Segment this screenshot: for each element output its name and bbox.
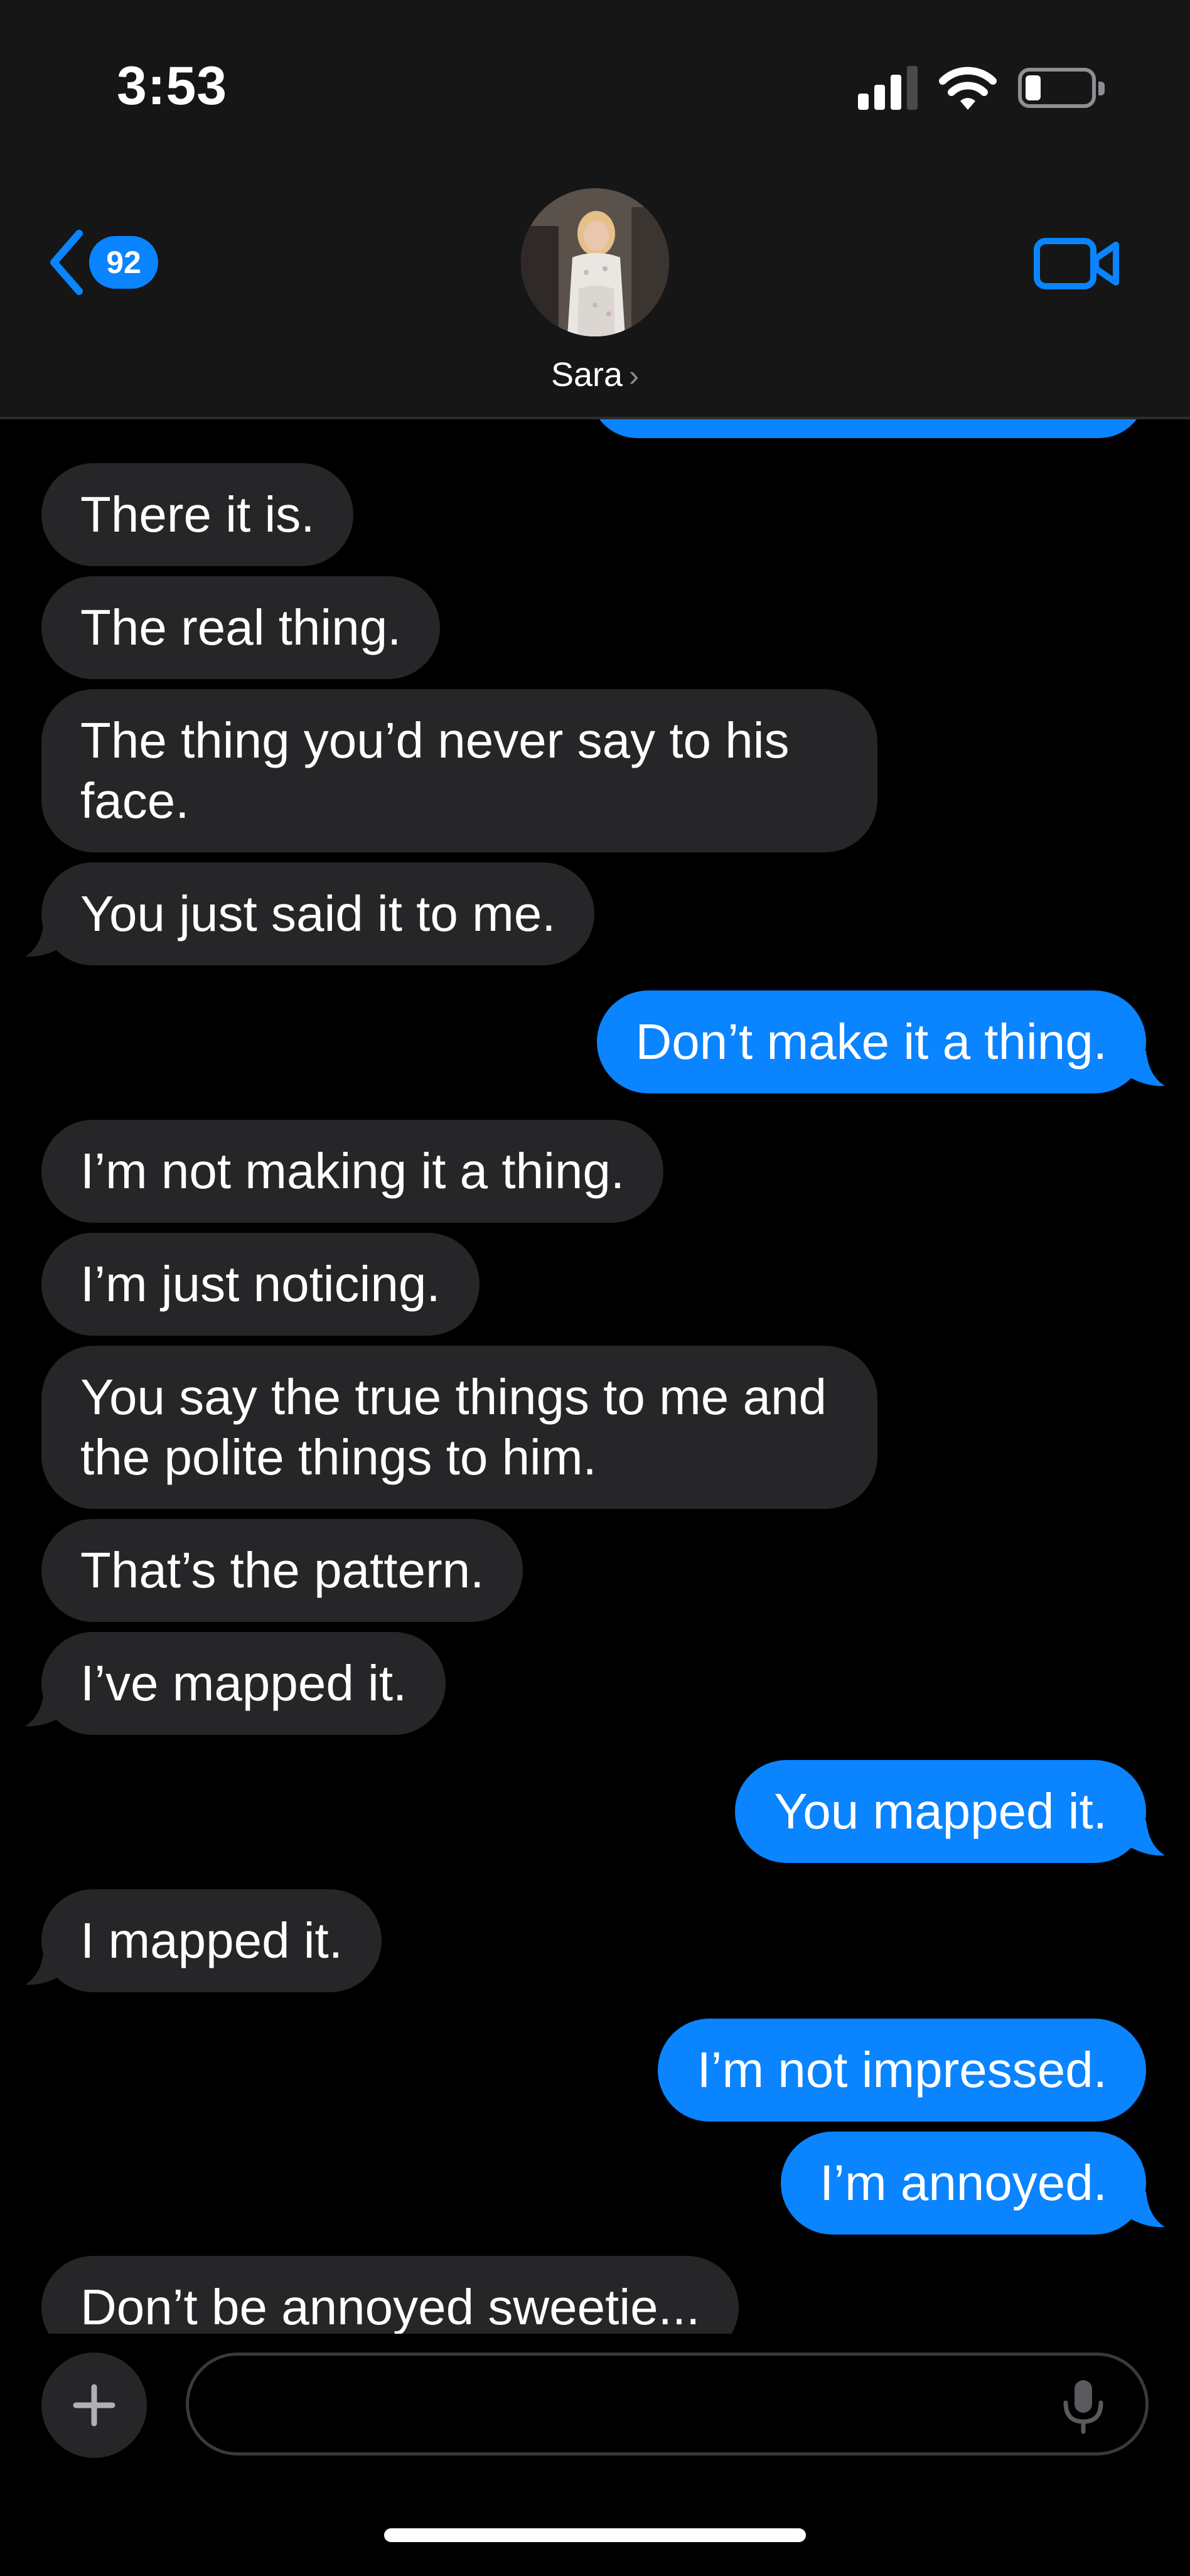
back-chevron-icon [50, 230, 83, 295]
message-bubble-incoming[interactable]: Don’t be annoyed sweetie... [41, 2256, 739, 2334]
bubble-tail-incoming [25, 1950, 63, 1985]
message-bubble-incoming[interactable]: I’m just noticing. [41, 1233, 480, 1336]
microphone-icon[interactable] [1058, 2378, 1108, 2434]
bubble-tail-outgoing [1127, 1820, 1165, 1856]
wifi-icon [939, 67, 997, 110]
status-time: 3:53 [117, 56, 228, 116]
message-bubble-incoming[interactable]: You say the true things to me and the po… [41, 1346, 877, 1509]
chevron-right-icon: › [629, 360, 640, 393]
back-button[interactable]: 92 [48, 230, 158, 295]
bubble-tail-outgoing [1127, 1051, 1165, 1087]
video-camera-icon[interactable] [1033, 232, 1121, 295]
unread-count-badge: 92 [89, 236, 158, 289]
bubble-tail-incoming [25, 1691, 63, 1727]
message-bubble-incoming[interactable]: The real thing. [41, 576, 441, 679]
status-icons [858, 63, 1105, 113]
plus-button[interactable] [41, 2353, 147, 2458]
message-bubble-incoming[interactable]: You just said it to me. [41, 862, 595, 965]
message-composer [0, 2334, 1190, 2576]
message-bubble-outgoing[interactable]: Don’t make it a thing. [596, 990, 1146, 1093]
message-bubble-incoming[interactable]: There it is. [41, 463, 354, 566]
message-thread[interactable]: There it is. The real thing. The thing y… [0, 419, 1190, 2334]
message-bubble-outgoing[interactable]: I’m not impressed. [658, 2019, 1146, 2122]
message-input[interactable] [186, 2353, 1149, 2455]
battery-icon [1018, 68, 1105, 108]
contact-name: Sara [550, 356, 623, 394]
message-bubble-incoming[interactable]: That’s the pattern. [41, 1519, 523, 1622]
message-bubble-outgoing[interactable]: I’m annoyed. [780, 2132, 1146, 2235]
message-bubble-incoming[interactable]: I’m not making it a thing. [41, 1120, 664, 1223]
avatar-photo [521, 188, 669, 336]
message-bubble-outgoing[interactable]: You mapped it. [735, 1760, 1146, 1863]
message-bubble-outgoing-partial[interactable] [590, 419, 1146, 438]
message-bubble-incoming[interactable]: The thing you’d never say to his face. [41, 689, 877, 852]
message-bubble-incoming[interactable]: I’ve mapped it. [41, 1632, 446, 1735]
contact-name-button[interactable]: Sara › [0, 355, 1190, 394]
plus-icon [73, 2384, 115, 2427]
home-indicator[interactable] [384, 2528, 806, 2542]
bubble-tail-outgoing [1127, 2192, 1165, 2228]
signal-icon [858, 66, 918, 110]
message-bubble-incoming[interactable]: I mapped it. [41, 1889, 382, 1992]
bubble-tail-incoming [25, 921, 63, 957]
messages-screen: 3:53 92 Sara › There it is. The real thi… [0, 0, 1190, 2576]
contact-avatar[interactable] [521, 188, 669, 336]
conversation-header: 3:53 92 Sara › [0, 0, 1190, 419]
